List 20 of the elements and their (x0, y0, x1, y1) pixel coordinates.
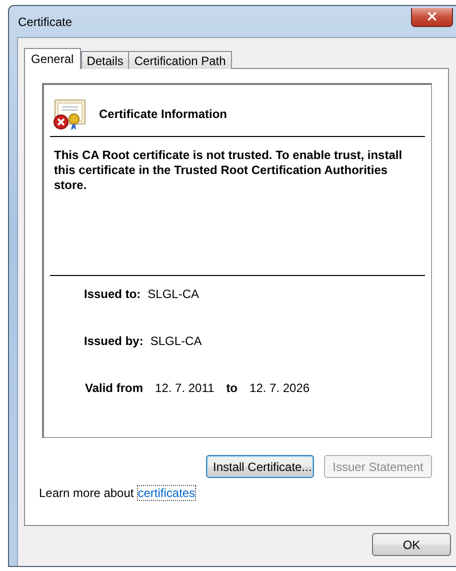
info-title: Certificate Information (99, 107, 228, 121)
valid-to-date: 12. 7. 2026 (250, 381, 310, 395)
learn-more-text: Learn more about (39, 486, 134, 500)
tab[interactable]: Certification Path (128, 51, 232, 69)
field-label: Valid from (85, 381, 144, 395)
close-button[interactable]: × (411, 8, 453, 26)
tab[interactable]: General (24, 48, 81, 69)
field-value: SLGL-CA (150, 334, 202, 348)
install-certificate-button[interactable]: Install Certificate... (206, 455, 314, 478)
field-label: Issued to: (84, 287, 141, 301)
window-title: Certificate (17, 14, 72, 28)
certificates-link[interactable]: certificates (138, 486, 196, 500)
certificate-icon (52, 97, 86, 131)
trust-message: This CA Root certificate is not trusted. To enable trust, install this certificate in the Trusted Root Certification Authorities store. (54, 148, 404, 193)
ok-button[interactable]: OK (372, 533, 451, 556)
field-label: Issued by: (84, 334, 144, 348)
field-value: SLGL-CA (148, 287, 200, 301)
tab[interactable]: Details (80, 51, 130, 69)
date-joiner: to (226, 381, 238, 395)
valid-from-date: 12. 7. 2011 (155, 381, 214, 395)
